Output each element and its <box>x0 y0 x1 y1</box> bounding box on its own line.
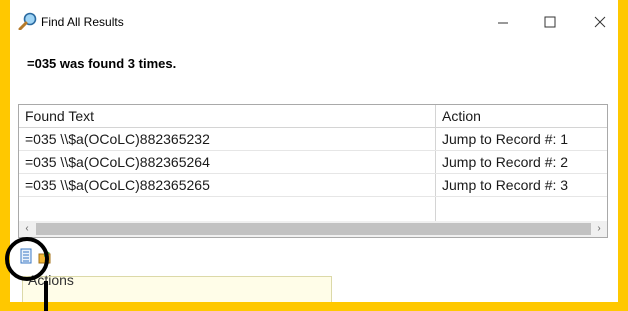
minimize-icon <box>498 22 508 24</box>
results-grid[interactable]: Found Text Action =035 \\$a(OCoLC)882365… <box>18 104 608 238</box>
horizontal-scrollbar[interactable]: ‹ › <box>19 221 607 237</box>
table-row[interactable]: =035 \\$a(OCoLC)882365264 Jump to Record… <box>19 151 607 174</box>
column-header-action[interactable]: Action <box>436 105 606 127</box>
minimize-button[interactable] <box>488 10 518 34</box>
maximize-icon <box>544 16 556 28</box>
action-cell[interactable]: Jump to Record #: 2 <box>436 151 606 173</box>
action-cell[interactable]: Jump to Record #: 3 <box>436 174 606 196</box>
found-text-cell: =035 \\$a(OCoLC)882365265 <box>25 177 210 193</box>
scroll-left-arrow-icon[interactable]: ‹ <box>19 221 35 237</box>
table-row[interactable]: =035 \\$a(OCoLC)882365265 Jump to Record… <box>19 174 607 197</box>
find-all-results-window: Find All Results =035 was found 3 times.… <box>10 0 618 302</box>
maximize-button[interactable] <box>535 10 565 34</box>
scroll-right-arrow-icon[interactable]: › <box>591 221 607 237</box>
result-count-message: =035 was found 3 times. <box>27 56 177 71</box>
column-header-found-text[interactable]: Found Text <box>19 105 435 127</box>
title-bar: Find All Results <box>10 0 618 44</box>
table-row[interactable]: =035 \\$a(OCoLC)882365232 Jump to Record… <box>19 128 607 151</box>
grid-header: Found Text Action <box>19 105 607 128</box>
found-text-cell: =035 \\$a(OCoLC)882365264 <box>25 154 210 170</box>
scrollbar-thumb[interactable] <box>36 223 591 235</box>
close-icon <box>594 16 606 28</box>
found-text-cell: =035 \\$a(OCoLC)882365232 <box>25 131 210 147</box>
annotation-line <box>44 281 48 311</box>
annotation-circle <box>5 237 49 281</box>
action-cell[interactable]: Jump to Record #: 1 <box>436 128 606 150</box>
window-title: Find All Results <box>41 15 124 29</box>
search-icon <box>18 12 38 31</box>
close-button[interactable] <box>585 10 615 34</box>
